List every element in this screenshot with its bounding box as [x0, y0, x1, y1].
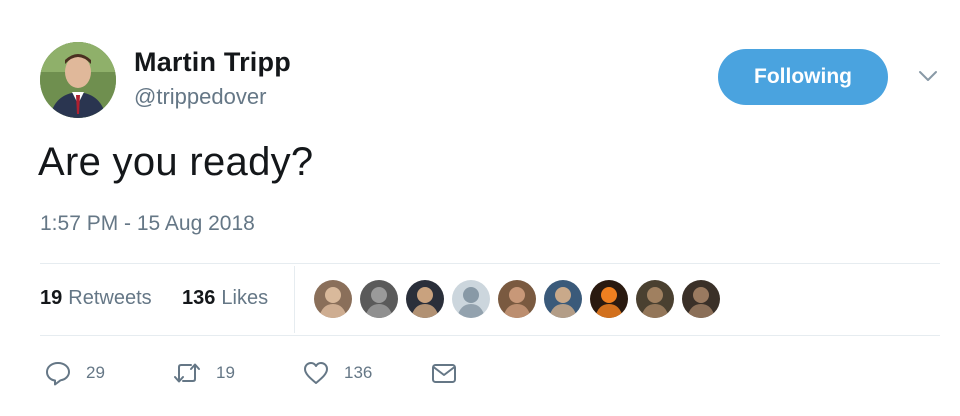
- author-handle[interactable]: @trippedover: [134, 84, 266, 110]
- tweet-text: Are you ready?: [38, 140, 314, 184]
- retweet-button[interactable]: 19: [172, 358, 235, 388]
- retweets-count: 19: [40, 287, 63, 309]
- retweets-label: Retweets: [68, 287, 152, 309]
- divider: [294, 266, 295, 333]
- reply-button[interactable]: 29: [44, 358, 105, 388]
- liker-avatar[interactable]: [452, 280, 490, 318]
- liker-avatar[interactable]: [360, 280, 398, 318]
- envelope-icon: [432, 364, 456, 383]
- direct-message-button[interactable]: [430, 358, 458, 388]
- speech-bubble-icon: [46, 362, 70, 386]
- retweet-count: 19: [216, 363, 235, 382]
- liker-avatar[interactable]: [406, 280, 444, 318]
- likes-label: Likes: [221, 287, 269, 309]
- chevron-down-icon[interactable]: [916, 66, 940, 86]
- liker-avatar[interactable]: [498, 280, 536, 318]
- liker-avatar[interactable]: [314, 280, 352, 318]
- divider: [40, 335, 940, 336]
- author-avatar[interactable]: [40, 42, 116, 118]
- author-name[interactable]: Martin Tripp: [134, 47, 291, 78]
- like-count: 136: [344, 363, 373, 382]
- liker-avatar[interactable]: [590, 280, 628, 318]
- tweet-timestamp[interactable]: 1:57 PM - 15 Aug 2018: [40, 212, 255, 236]
- liker-avatar[interactable]: [636, 280, 674, 318]
- following-button[interactable]: Following: [718, 49, 888, 105]
- divider: [40, 263, 940, 264]
- liker-avatar[interactable]: [682, 280, 720, 318]
- liker-avatars: [314, 280, 720, 318]
- retweets-stat[interactable]: 19 Retweets: [40, 287, 152, 310]
- tweet-card: Martin Tripp @trippedover Following Are …: [0, 0, 960, 416]
- reply-count: 29: [86, 363, 105, 382]
- liker-avatar[interactable]: [544, 280, 582, 318]
- retweet-arrows-icon: [174, 363, 200, 383]
- like-button[interactable]: 136: [302, 358, 372, 388]
- likes-stat[interactable]: 136 Likes: [182, 287, 268, 310]
- heart-icon: [304, 362, 328, 384]
- likes-count: 136: [182, 287, 216, 309]
